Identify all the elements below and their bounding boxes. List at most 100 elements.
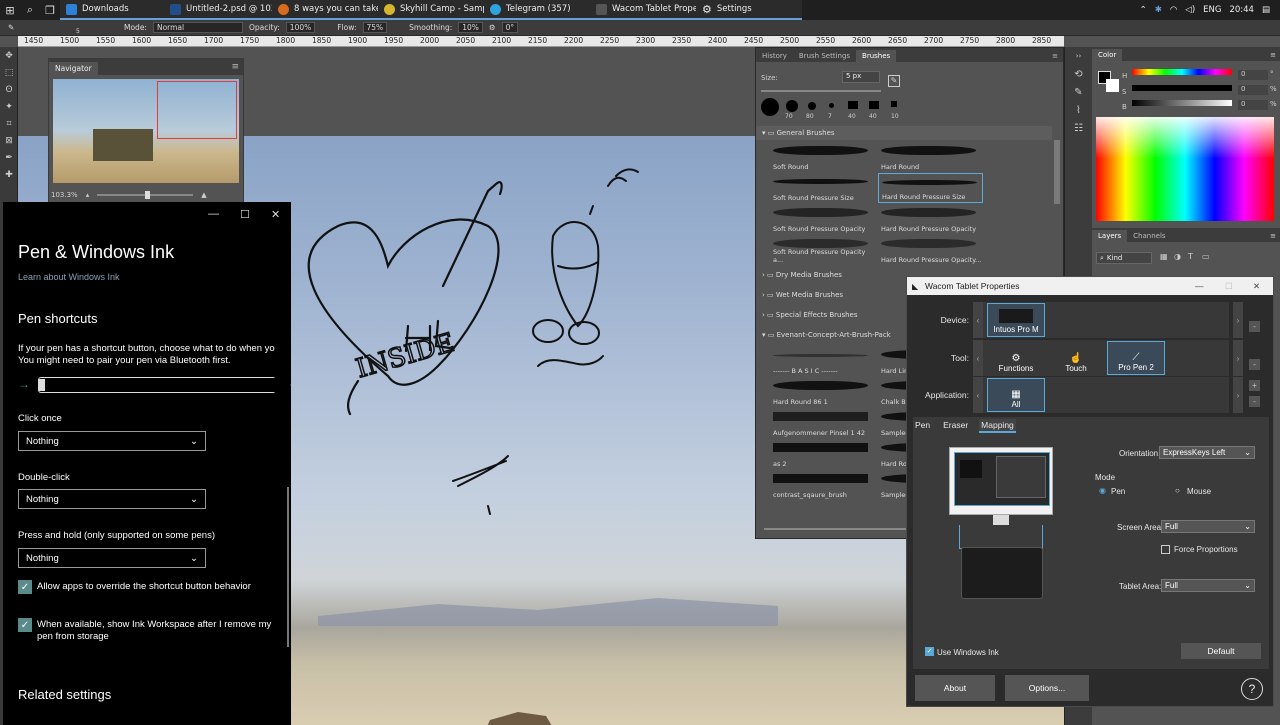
close-button[interactable]: ✕ <box>271 208 280 221</box>
press-hold-dropdown[interactable]: Nothing ⌄ <box>18 548 206 568</box>
double-click-dropdown[interactable]: Nothing ⌄ <box>18 489 206 509</box>
view-rectangle[interactable] <box>157 81 237 139</box>
lasso-tool-icon[interactable]: ʘ <box>0 81 18 98</box>
click-once-dropdown[interactable]: Nothing ⌄ <box>18 431 206 451</box>
gear-icon[interactable]: ⚙ <box>489 23 496 32</box>
ink-workspace-checkbox[interactable]: ✓ <box>18 618 32 632</box>
brush-aufgenommener-pinsel[interactable]: Aufgenommener Pinsel 1 42 <box>770 408 875 438</box>
app-scroll-left[interactable]: ‹ <box>973 377 983 413</box>
tab-brush-settings[interactable]: Brush Settings <box>793 50 856 62</box>
tool-touch[interactable]: ☝ Touch <box>1047 341 1105 375</box>
history-panel-icon[interactable]: ⟲ <box>1065 65 1092 83</box>
screen-area-dropdown[interactable]: Full ⌄ <box>1161 520 1255 533</box>
brush-hard-round-pressure-opacity[interactable]: Hard Round Pressure Opacity <box>878 204 983 234</box>
layer-kind-filter[interactable]: ⌕ Kind <box>1096 252 1152 264</box>
scrollbar[interactable] <box>287 487 289 647</box>
app-scroll-right[interactable]: › <box>1233 377 1243 413</box>
tablet-area-dropdown[interactable]: Full ⌄ <box>1161 579 1255 592</box>
marquee-tool-icon[interactable]: ⬚ <box>0 64 18 81</box>
brush-soft-round-pressure-opacity-size[interactable]: Soft Round Pressure Opacity a... <box>770 235 875 265</box>
opacity-input[interactable]: 100% <box>285 22 316 33</box>
navigator-thumbnail[interactable] <box>53 79 239 183</box>
healing-tool-icon[interactable]: ✚ <box>0 166 18 183</box>
panel-menu-icon[interactable]: ≡ <box>1266 51 1280 61</box>
tab-color[interactable]: Color <box>1092 49 1123 61</box>
filter-adjustment-icon[interactable]: ◑ <box>1174 252 1181 261</box>
filter-type-icon[interactable]: T <box>1188 252 1193 261</box>
volume-icon[interactable]: ◁) <box>1185 5 1195 15</box>
eyedropper-tool-icon[interactable]: ✒ <box>0 149 18 166</box>
device-scroll-left[interactable]: ‹ <box>973 302 983 338</box>
background-swatch[interactable] <box>1106 79 1119 92</box>
use-windows-ink-checkbox[interactable]: ✓ <box>925 647 934 656</box>
crop-tool-icon[interactable]: ⌗ <box>0 115 18 132</box>
taskbar-item-wacom[interactable]: Wacom Tablet Proper... <box>590 0 696 20</box>
brush-soft-round-pressure-opacity[interactable]: Soft Round Pressure Opacity <box>770 204 875 234</box>
angle-input[interactable]: 0° <box>501 22 519 33</box>
bluetooth-icon[interactable]: ✱ <box>1155 5 1162 15</box>
brushes-scrollbar[interactable] <box>1054 140 1060 204</box>
taskbar-item-telegram[interactable]: Telegram (357) <box>484 0 590 20</box>
folder-general[interactable]: ▾ ▭ General Brushes <box>762 129 835 137</box>
brush-tool-icon[interactable]: ✎ <box>8 23 14 32</box>
saturation-slider[interactable] <box>1132 85 1232 91</box>
device-scroll-right[interactable]: › <box>1233 302 1243 338</box>
collapse-arrows-icon[interactable]: ›› <box>1065 47 1092 65</box>
tab-navigator[interactable]: Navigator <box>49 62 98 75</box>
brush-hard-round-86[interactable]: Hard Round 86 1 <box>770 377 875 407</box>
hue-slider[interactable] <box>1132 69 1232 75</box>
minimize-button[interactable]: — <box>1195 281 1204 291</box>
zoom-slider[interactable] <box>97 191 194 199</box>
brushes-panel-icon[interactable]: ⌇ <box>1065 101 1092 119</box>
tool-pro-pen-2[interactable]: ⟋ Pro Pen 2 <box>1107 341 1165 375</box>
zoom-out-icon[interactable]: ▴ <box>86 191 90 199</box>
quick-select-tool-icon[interactable]: ✦ <box>0 98 18 115</box>
taskbar-item-downloads[interactable]: Downloads <box>60 0 164 20</box>
notifications-icon[interactable]: ▤ <box>1262 5 1270 15</box>
application-all[interactable]: ▦ All <box>987 378 1045 412</box>
tool-scroll-right[interactable]: › <box>1233 340 1243 376</box>
smoothing-input[interactable]: 10% <box>458 22 483 33</box>
maximize-button[interactable]: ☐ <box>1225 281 1233 292</box>
remove-tool-button[interactable]: - <box>1249 359 1260 370</box>
taskbar-item-browser-1[interactable]: 8 ways you can take s... <box>272 0 378 20</box>
size-input[interactable]: 5 px <box>842 71 880 83</box>
brush-hard-round-pressure-opacity-size[interactable]: Hard Round Pressure Opacity... <box>878 235 983 265</box>
brush-settings-panel-icon[interactable]: ✎ <box>1065 83 1092 101</box>
language-indicator[interactable]: ENG <box>1203 5 1221 15</box>
new-brush-icon[interactable]: ✎ <box>888 75 900 87</box>
tab-channels[interactable]: Channels <box>1127 230 1171 242</box>
tab-eraser[interactable]: Eraser <box>941 419 970 433</box>
folder-wet-media[interactable]: › ▭ Wet Media Brushes <box>762 291 843 299</box>
zoom-percentage[interactable]: 103.3% <box>51 191 78 199</box>
mode-mouse-radio[interactable]: ○ <box>1175 486 1180 495</box>
filter-pixel-icon[interactable]: ▦ <box>1160 252 1168 261</box>
about-button[interactable]: About <box>915 675 995 701</box>
color-spectrum[interactable] <box>1096 117 1274 221</box>
device-intuos-pro-m[interactable]: Intuos Pro M <box>987 303 1045 337</box>
mode-dropdown[interactable]: Normal <box>152 22 243 33</box>
panel-menu-icon[interactable]: ≡ <box>1266 232 1280 242</box>
folder-evenant[interactable]: ▾ ▭ Evenant-Concept-Art-Brush-Pack <box>762 331 891 339</box>
brush-hard-round-pressure-size[interactable]: Hard Round Pressure Size <box>878 173 983 203</box>
tab-layers[interactable]: Layers <box>1092 230 1128 242</box>
mode-pen-radio[interactable]: ◉ <box>1099 486 1106 495</box>
properties-panel-icon[interactable]: ☷ <box>1065 119 1092 137</box>
panel-menu-icon[interactable]: ≡ <box>227 62 243 75</box>
minimize-button[interactable]: — <box>208 208 219 220</box>
brightness-value[interactable]: 0 <box>1238 100 1268 110</box>
tab-brushes[interactable]: Brushes <box>856 50 897 62</box>
search-icon[interactable]: ⌕ <box>20 0 40 20</box>
tab-mapping[interactable]: Mapping <box>979 419 1016 433</box>
panel-menu-icon[interactable]: ≡ <box>1047 52 1063 62</box>
tool-scroll-left[interactable]: ‹ <box>973 340 983 376</box>
frame-tool-icon[interactable]: ⊠ <box>0 132 18 149</box>
taskbar-item-photoshop[interactable]: Untitled-2.psd @ 103... <box>164 0 272 20</box>
tab-pen[interactable]: Pen <box>913 419 932 433</box>
clock[interactable]: 20:44 <box>1229 5 1254 15</box>
saturation-value[interactable]: 0 <box>1238 85 1268 95</box>
brush-contrast-square[interactable]: contrast_sqaure_brush <box>770 470 875 500</box>
filter-shape-icon[interactable]: ▭ <box>1202 252 1210 261</box>
folder-special-effects[interactable]: › ▭ Special Effects Brushes <box>762 311 858 319</box>
add-application-button[interactable]: + <box>1249 380 1260 391</box>
